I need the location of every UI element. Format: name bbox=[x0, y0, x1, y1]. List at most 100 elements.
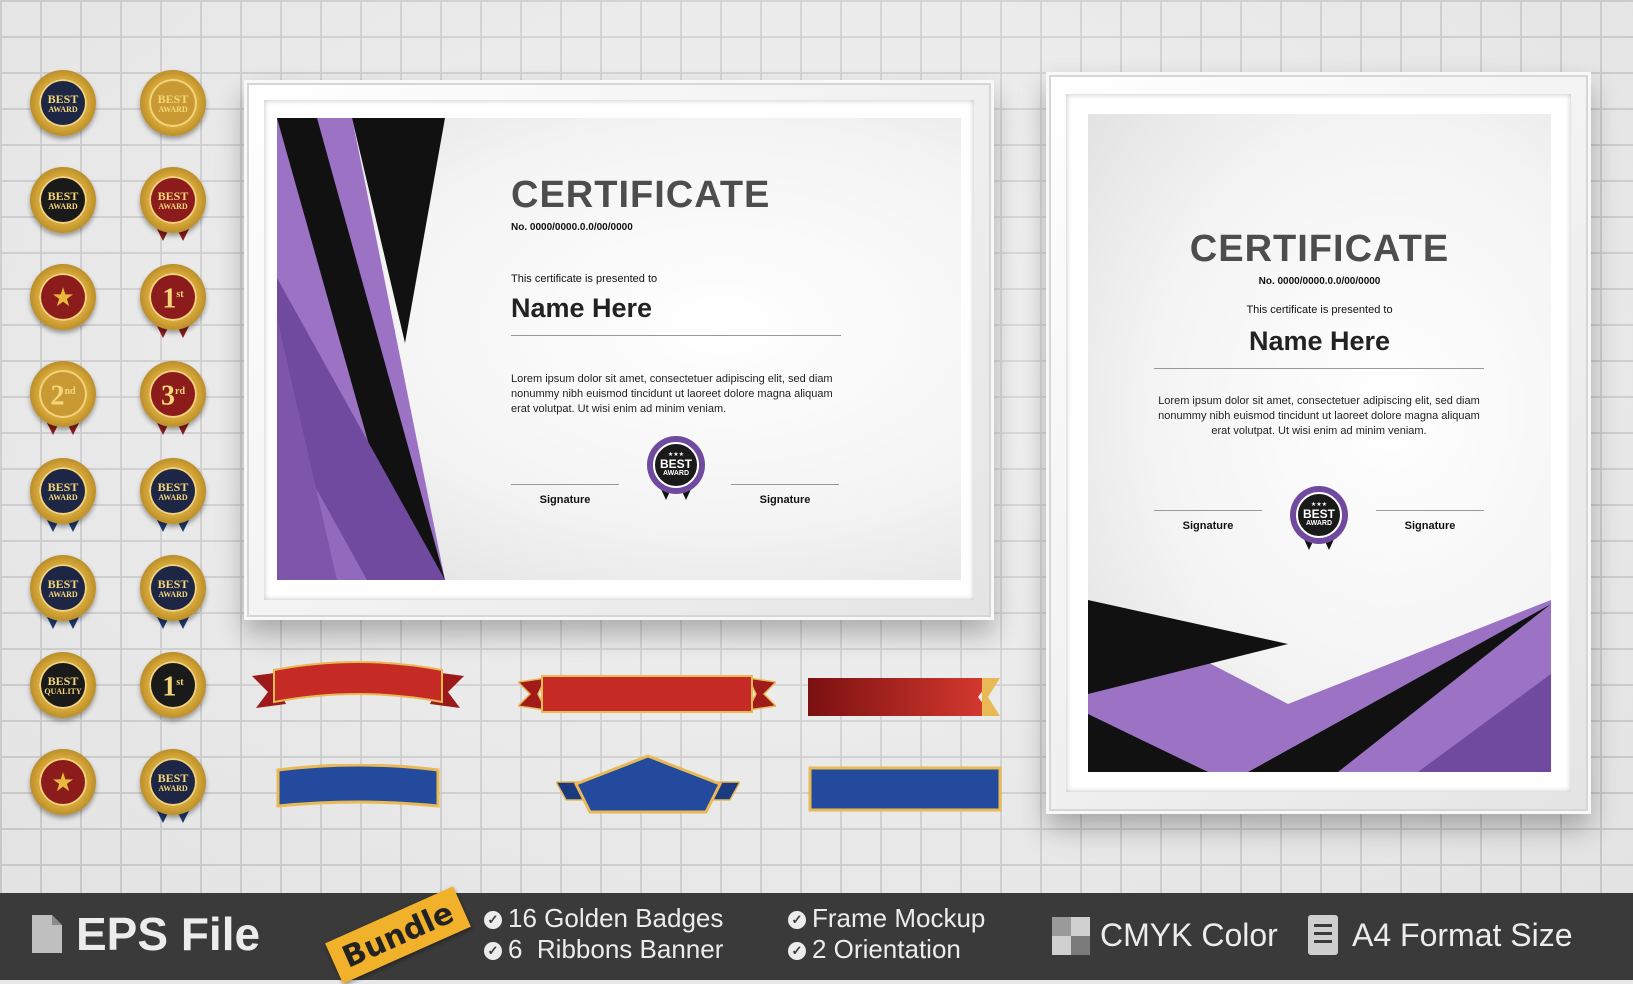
badge-bottom-text: AWARD bbox=[158, 783, 188, 793]
badge-rank-text: 2nd bbox=[50, 380, 76, 412]
landscape-frame-mat: CERTIFICATE No. 0000/0000.0.0/00/0000 Th… bbox=[264, 100, 974, 600]
recipient-name: Name Here bbox=[511, 293, 653, 323]
award-badge: BEST AWARD bbox=[140, 749, 206, 815]
signature-line-left bbox=[1154, 510, 1262, 511]
bundle-label: Bundle bbox=[337, 895, 459, 975]
ribbon-blue-banner bbox=[556, 754, 740, 814]
footer-bar: EPS File Bundle ✓ 16 Golden Badges ✓ 6 Rib… bbox=[0, 886, 1633, 984]
award-seal: ★★★ BEST AWARD bbox=[647, 436, 705, 506]
badge-top-text: BEST bbox=[157, 576, 189, 591]
award-badge: 3rd bbox=[140, 361, 206, 427]
badge-rank-suffix: rd bbox=[175, 385, 185, 397]
badge-top-text: BEST bbox=[157, 479, 189, 494]
check-icon: ✓ bbox=[788, 942, 806, 961]
badge-bottom-text: AWARD bbox=[48, 589, 78, 599]
signature-line-right bbox=[1376, 510, 1484, 511]
badge-core: ★ bbox=[39, 273, 87, 321]
seal-core: ★★★ BEST AWARD bbox=[1296, 492, 1342, 538]
badge-bottom-text: AWARD bbox=[158, 589, 188, 599]
format-size-label: A4 Format Size bbox=[1352, 917, 1573, 953]
portrait-certificate: CERTIFICATE No. 0000/0000.0.0/00/0000 Th… bbox=[1088, 114, 1551, 772]
ribbon-blue-flag bbox=[808, 766, 1002, 812]
award-badge: ★ bbox=[30, 749, 96, 815]
badge-top-text: BEST bbox=[47, 188, 79, 203]
ribbon-red-flag bbox=[808, 678, 1000, 716]
badge-rank-suffix: nd bbox=[64, 385, 76, 397]
badge-rank-text: 1st bbox=[162, 671, 184, 703]
award-badge: BEST AWARD bbox=[140, 167, 206, 233]
check-icon: ✓ bbox=[484, 911, 502, 930]
file-type-label: EPS File bbox=[76, 908, 261, 960]
presented-to-text: This certificate is presented to bbox=[511, 273, 658, 285]
award-badge: BEST AWARD bbox=[140, 555, 206, 621]
badge-rank-suffix: st bbox=[176, 288, 184, 300]
badge-top-text: BEST bbox=[47, 479, 79, 494]
award-badge: 2nd bbox=[30, 361, 96, 427]
badge-top-text: BEST bbox=[47, 91, 79, 106]
badge-top-text: BEST bbox=[47, 576, 79, 591]
ribbon-red-banner bbox=[518, 675, 776, 713]
name-underline bbox=[1154, 368, 1484, 369]
check-icon: ✓ bbox=[788, 911, 806, 930]
badge-core: ★ bbox=[39, 758, 87, 806]
check-icon: ✓ bbox=[484, 942, 502, 961]
seal-bottom-text: AWARD bbox=[1305, 520, 1333, 527]
ribbon-blue-curved bbox=[276, 764, 440, 808]
color-swatch-icon bbox=[1052, 917, 1090, 955]
award-badge: 1st bbox=[140, 652, 206, 718]
certificate-number: No. 0000/0000.0.0/00/0000 bbox=[1258, 276, 1381, 287]
badge-core: BEST AWARD bbox=[39, 79, 87, 127]
badge-bottom-text: AWARD bbox=[158, 492, 188, 502]
badge-core: 3rd bbox=[149, 370, 197, 418]
badge-core: 2nd bbox=[39, 370, 87, 418]
award-badge: ★ bbox=[30, 264, 96, 330]
bundle-tag: Bundle bbox=[325, 886, 471, 984]
award-badge: BEST AWARD bbox=[140, 458, 206, 524]
seal-core: ★★★ BEST AWARD bbox=[653, 442, 699, 488]
certificate-body-text: Lorem ipsum dolor sit amet, consectetuer… bbox=[1158, 395, 1480, 437]
badge-bottom-text: QUALITY bbox=[44, 686, 82, 696]
portrait-frame: CERTIFICATE No. 0000/0000.0.0/00/0000 Th… bbox=[1046, 72, 1591, 814]
badge-top-text: BEST bbox=[157, 91, 189, 106]
presented-to-text: This certificate is presented to bbox=[1246, 304, 1393, 316]
recipient-name: Name Here bbox=[1248, 326, 1391, 356]
feature-badges: ✓ 16 Golden Badges bbox=[484, 903, 723, 934]
name-underline bbox=[511, 335, 841, 336]
badge-top-text: BEST bbox=[47, 673, 79, 688]
award-badge: BEST AWARD bbox=[140, 70, 206, 136]
badge-bottom-text: AWARD bbox=[158, 201, 188, 211]
feature-mockup: ✓ Frame Mockup bbox=[788, 903, 985, 934]
portrait-frame-mat: CERTIFICATE No. 0000/0000.0.0/00/0000 Th… bbox=[1066, 94, 1571, 792]
award-badge: BEST QUALITY bbox=[30, 652, 96, 718]
feature-ribbons: ✓ 6 Ribbons Banner bbox=[484, 934, 723, 965]
certificate-body-text: Lorem ipsum dolor sit amet, consectetuer… bbox=[511, 373, 833, 415]
award-badge: BEST AWARD bbox=[30, 167, 96, 233]
badge-rank-suffix: st bbox=[176, 676, 184, 688]
star-icon: ★ bbox=[51, 282, 75, 312]
badge-core: BEST AWARD bbox=[149, 758, 197, 806]
portrait-certificate-decoration bbox=[1088, 600, 1551, 772]
signature-line-right bbox=[731, 484, 839, 485]
feature-label: 6 Ribbons Banner bbox=[508, 934, 724, 964]
badge-core: BEST AWARD bbox=[39, 176, 87, 224]
badge-bottom-text: AWARD bbox=[48, 492, 78, 502]
signature-line-left bbox=[511, 484, 619, 485]
star-icon: ★ bbox=[51, 767, 75, 797]
certificate-title: CERTIFICATE bbox=[511, 174, 771, 216]
seal-top-text: BEST bbox=[1302, 507, 1335, 521]
award-seal: ★★★ BEST AWARD bbox=[1290, 486, 1348, 556]
badge-top-text: BEST bbox=[157, 188, 189, 203]
feature-label: Frame Mockup bbox=[812, 903, 986, 933]
landscape-certificate: CERTIFICATE No. 0000/0000.0.0/00/0000 Th… bbox=[277, 118, 961, 580]
badge-core: BEST AWARD bbox=[149, 176, 197, 224]
badge-bottom-text: AWARD bbox=[48, 201, 78, 211]
badge-bottom-text: AWARD bbox=[48, 104, 78, 114]
badge-core: BEST AWARD bbox=[149, 467, 197, 515]
award-badge: 1st bbox=[140, 264, 206, 330]
certificate-title: CERTIFICATE bbox=[1189, 228, 1450, 270]
seal-top-text: BEST bbox=[659, 457, 692, 471]
badge-core: BEST AWARD bbox=[39, 467, 87, 515]
badge-rank-text: 3rd bbox=[161, 380, 185, 412]
color-mode-label: CMYK Color bbox=[1100, 917, 1278, 953]
signature-label-left: Signature bbox=[1182, 520, 1234, 532]
